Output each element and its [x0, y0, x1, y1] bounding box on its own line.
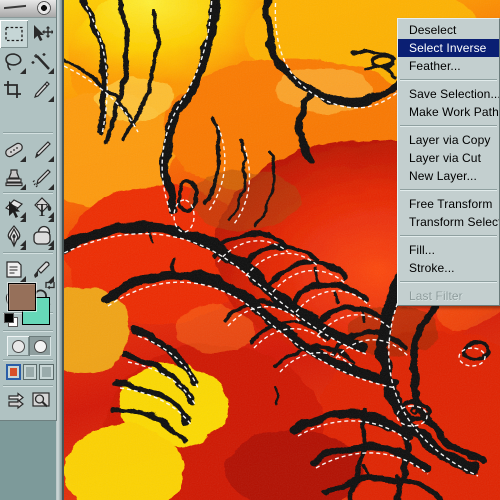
healing-brush-tool[interactable] — [0, 136, 28, 164]
menu-separator — [400, 235, 497, 237]
menu-item-transform-selection[interactable]: Transform Selection — [398, 213, 499, 231]
full-screen-menubar-mode-button[interactable] — [22, 364, 38, 380]
menu-item-deselect[interactable]: Deselect — [398, 21, 499, 39]
brush-tool[interactable] — [28, 136, 56, 164]
screen-mode-buttons — [6, 364, 54, 382]
history-brush-tool[interactable] — [28, 164, 56, 192]
flyout-triangle-icon — [48, 156, 54, 162]
menu-separator — [400, 189, 497, 191]
marquee-icon — [5, 26, 23, 42]
path-selection-tool[interactable] — [0, 196, 28, 224]
photoshop-window: T Deselect Select Inverse Feather... Sav… — [0, 0, 500, 500]
flyout-triangle-icon — [48, 244, 54, 250]
jump-to-preview-button[interactable] — [31, 390, 52, 410]
toolbox-title-bar[interactable] — [0, 0, 56, 18]
flyout-triangle-icon — [20, 68, 26, 74]
flyout-triangle-icon — [20, 244, 26, 250]
svg-text:T: T — [37, 200, 48, 220]
jump-to-buttons — [7, 390, 53, 412]
menu-separator — [400, 281, 497, 283]
menu-separator — [400, 125, 497, 127]
default-colors-icon[interactable] — [4, 313, 18, 327]
notes-tool[interactable] — [0, 256, 28, 284]
toolbox-divider — [3, 330, 53, 332]
flyout-triangle-icon — [48, 216, 54, 222]
flyout-triangle-icon — [20, 216, 26, 222]
menu-item-new-layer[interactable]: New Layer... — [398, 167, 499, 185]
slice-tool[interactable] — [28, 76, 56, 104]
flyout-triangle-icon — [20, 276, 26, 282]
menu-item-free-transform[interactable]: Free Transform — [398, 195, 499, 213]
menu-item-layer-via-copy[interactable]: Layer via Copy — [398, 131, 499, 149]
toolbox-brand-stroke — [4, 4, 26, 10]
color-controls — [4, 280, 55, 327]
standard-mode-icon — [11, 339, 25, 353]
tool-group-selection — [0, 20, 56, 104]
full-screen-mode-button[interactable] — [39, 364, 54, 380]
standard-mode-button[interactable] — [7, 336, 29, 356]
menu-item-save-selection[interactable]: Save Selection... — [398, 85, 499, 103]
menu-item-feather[interactable]: Feather... — [398, 57, 499, 75]
toolbox-divider — [3, 132, 53, 134]
jump-arrow-icon — [8, 392, 24, 410]
menu-separator — [400, 79, 497, 81]
rounded-rectangle-tool[interactable] — [28, 224, 56, 252]
quick-mask-mode-button[interactable] — [29, 336, 51, 356]
toolbox-divider — [3, 385, 53, 387]
menu-item-make-work-path[interactable]: Make Work Path... — [398, 103, 499, 121]
toolbox-divider — [3, 359, 53, 361]
toolbox-palette[interactable]: T — [0, 0, 57, 421]
screen-mode-icon — [25, 367, 35, 377]
screen-mode-icon — [42, 367, 51, 377]
flyout-triangle-icon — [48, 68, 54, 74]
standard-screen-mode-button[interactable] — [6, 364, 21, 380]
menu-item-last-filter: Last Filter — [409, 289, 463, 303]
flyout-triangle-icon — [48, 96, 54, 102]
flyout-triangle-icon — [48, 184, 54, 190]
tool-group-vector: T — [0, 196, 56, 252]
pen-tool[interactable] — [0, 224, 28, 252]
canvas-window-border — [62, 0, 64, 500]
flyout-triangle-icon — [20, 184, 26, 190]
magic-wand-tool[interactable] — [28, 48, 56, 76]
type-tool[interactable]: T — [28, 196, 56, 224]
menu-item-select-inverse[interactable]: Select Inverse — [398, 39, 499, 57]
lasso-tool[interactable] — [0, 48, 28, 76]
foreground-color-swatch[interactable] — [8, 283, 36, 311]
menu-item-stroke[interactable]: Stroke... — [398, 259, 499, 277]
photoshop-eye-icon — [37, 1, 51, 15]
menu-item-fade: Fade... — [398, 305, 499, 306]
jump-to-imageready-button[interactable] — [7, 390, 28, 410]
menu-item-layer-via-cut[interactable]: Layer via Cut — [398, 149, 499, 167]
quick-mask-mode-icon — [33, 339, 47, 353]
screen-mode-icon — [10, 368, 17, 376]
crop-icon — [4, 81, 21, 98]
crop-tool[interactable] — [0, 76, 28, 104]
move-tool[interactable] — [28, 20, 56, 48]
preview-image-icon — [32, 392, 50, 408]
rectangular-marquee-tool[interactable] — [0, 20, 28, 48]
default-foreground-square — [4, 313, 14, 323]
swap-colors-icon[interactable] — [44, 279, 56, 291]
move-icon — [34, 25, 53, 41]
mask-mode-buttons — [7, 336, 51, 356]
menu-item-fill[interactable]: Fill... — [398, 241, 499, 259]
selection-context-menu[interactable]: Deselect Select Inverse Feather... Save Sel… — [397, 18, 500, 306]
toolbox-divider — [3, 192, 53, 194]
clone-stamp-tool[interactable] — [0, 164, 28, 192]
toolbox-divider — [3, 252, 53, 254]
flyout-triangle-icon — [20, 156, 26, 162]
